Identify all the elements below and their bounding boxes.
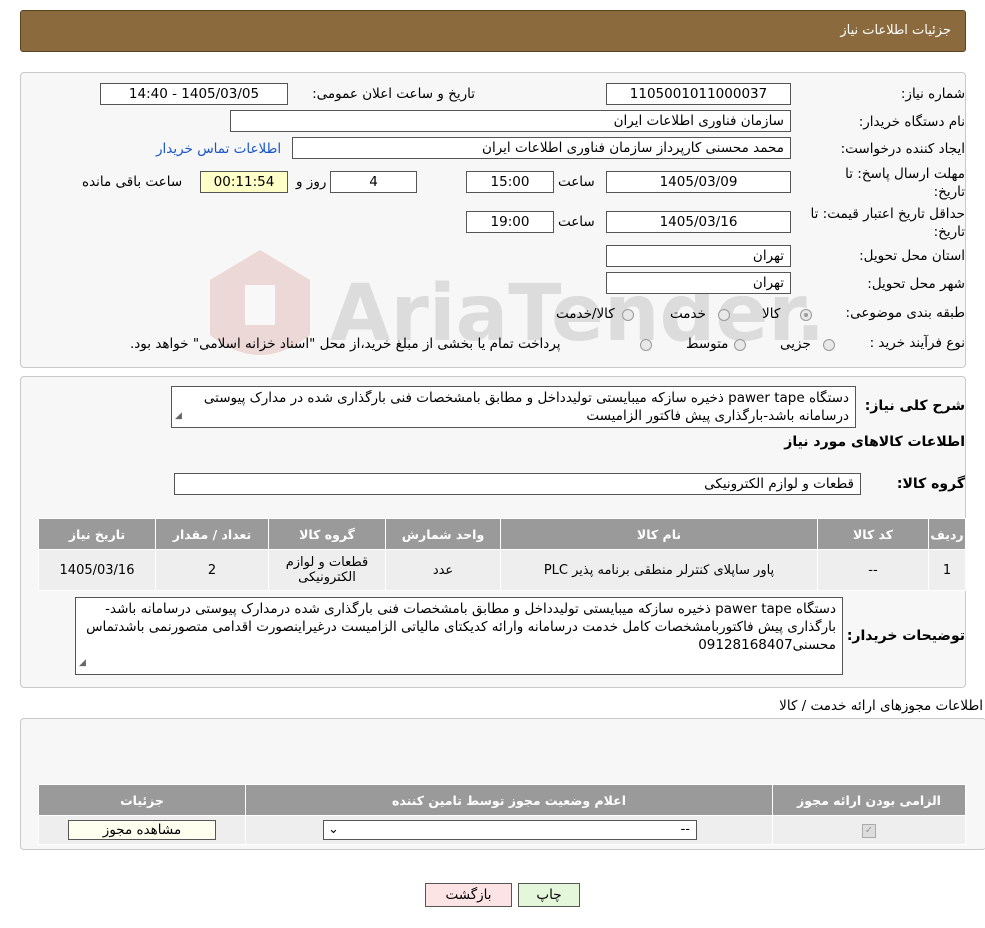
col-permit-details: جزئیات	[38, 784, 246, 816]
validity-time-label: ساعت	[558, 214, 595, 230]
cell-row: 1	[928, 549, 966, 591]
goods-group-field: قطعات و لوازم الکترونیکی	[174, 473, 861, 495]
permits-table-header: الزامی بودن ارائه مجوز اعلام وضعیت مجوز …	[38, 784, 966, 816]
purchase-radio-medium[interactable]	[734, 339, 746, 351]
deadline-time-label: ساعت	[558, 174, 595, 190]
need-number-field: 1105001011000037	[606, 83, 791, 105]
col-permit-required: الزامی بودن ارائه مجوز	[772, 784, 966, 816]
cell-unit: عدد	[385, 549, 501, 591]
category-radio-both[interactable]	[622, 309, 634, 321]
back-button[interactable]: بازگشت	[425, 883, 512, 907]
col-qty: تعداد / مقدار	[155, 518, 269, 550]
col-unit: واحد شمارش	[385, 518, 501, 550]
category-label: طبقه بندی موضوعی:	[845, 305, 965, 321]
col-date: تاریخ نیاز	[38, 518, 156, 550]
deadline-label: مهلت ارسال پاسخ: تا	[845, 166, 965, 182]
col-name: نام کالا	[500, 518, 818, 550]
creator-field: محمد محسنی کارپرداز سازمان فناوری اطلاعا…	[292, 137, 791, 159]
goods-group-label: گروه کالا:	[896, 476, 965, 492]
buyer-notes-textarea: دستگاه pawer tape ذخیره سازکه میبایستی ت…	[75, 597, 843, 675]
days-label: روز و	[296, 174, 327, 190]
col-code: کد کالا	[817, 518, 929, 550]
deadline-time-field: 15:00	[466, 171, 554, 193]
cell-qty: 2	[155, 549, 269, 591]
goods-table: ردیف کد کالا نام کالا واحد شمارش گروه کا…	[38, 518, 966, 591]
province-label: استان محل تحویل:	[859, 248, 965, 264]
category-option-both: کالا/خدمت	[556, 306, 615, 322]
announce-label: تاریخ و ساعت اعلان عمومی:	[312, 86, 475, 102]
col-permit-status: اعلام وضعیت مجوز توسط تامین کننده	[245, 784, 773, 816]
resize-grip-icon: ◢	[175, 411, 182, 421]
purchase-option-minor: جزیی	[780, 336, 811, 352]
validity-label: حداقل تاریخ اعتبار قیمت: تا	[810, 206, 965, 222]
validity-label-2: تاریخ:	[933, 224, 965, 240]
city-label: شهر محل تحویل:	[867, 276, 965, 292]
purchase-option-medium: متوسط	[686, 336, 729, 352]
goods-table-header: ردیف کد کالا نام کالا واحد شمارش گروه کا…	[38, 518, 966, 550]
purchase-note: پرداخت تمام یا بخشی از مبلغ خرید،از محل …	[130, 336, 561, 352]
buyer-label: نام دستگاه خریدار:	[858, 114, 965, 130]
province-field: تهران	[606, 245, 791, 267]
description-textarea: دستگاه pawer tape ذخیره سازکه میبایستی ت…	[171, 386, 856, 428]
cell-code: --	[817, 549, 929, 591]
need-number-label: شماره نیاز:	[900, 86, 965, 102]
view-permit-button[interactable]: مشاهده مجوز	[68, 820, 216, 840]
cell-permit-required: ✓	[772, 815, 966, 845]
permit-status-value: --	[680, 822, 690, 837]
purchase-type-label: نوع فرآیند خرید :	[869, 335, 965, 351]
col-row: ردیف	[928, 518, 966, 550]
creator-label: ایجاد کننده درخواست:	[840, 141, 965, 157]
category-radio-goods[interactable]	[800, 309, 812, 321]
description-label: شرح کلی نیاز:	[864, 398, 965, 414]
city-field: تهران	[606, 272, 791, 294]
cell-group: قطعات و لوازم الکترونیکی	[268, 549, 386, 591]
days-field: 4	[330, 171, 417, 193]
permit-required-checkbox[interactable]: ✓	[862, 824, 876, 838]
cell-permit-status: -- ⌄	[245, 815, 773, 845]
validity-time-field: 19:00	[466, 211, 554, 233]
page-header: جزئیات اطلاعات نیاز	[20, 10, 966, 52]
chevron-down-icon: ⌄	[328, 822, 339, 837]
cell-date: 1405/03/16	[38, 549, 156, 591]
page-title: جزئیات اطلاعات نیاز	[840, 23, 951, 38]
table-row: ✓ -- ⌄ مشاهده مجوز	[38, 815, 966, 845]
cell-permit-details: مشاهده مجوز	[38, 815, 246, 845]
announce-field: 1405/03/05 - 14:40	[100, 83, 288, 105]
category-option-goods: کالا	[762, 306, 781, 322]
remaining-time-field: 00:11:54	[200, 171, 288, 193]
category-option-service: خدمت	[670, 306, 706, 322]
deadline-label-2: تاریخ:	[933, 184, 965, 200]
resize-grip-icon: ◢	[79, 658, 86, 668]
permits-title: اطلاعات مجوزهای ارائه خدمت / کالا	[779, 698, 983, 714]
purchase-radio-minor[interactable]	[823, 339, 835, 351]
buyer-contact-link[interactable]: اطلاعات تماس خریدار	[156, 141, 281, 157]
permits-table: الزامی بودن ارائه مجوز اعلام وضعیت مجوز …	[38, 784, 966, 845]
category-radio-service[interactable]	[718, 309, 730, 321]
col-group: گروه کالا	[268, 518, 386, 550]
treasury-checkbox[interactable]	[640, 339, 652, 351]
table-row: 1 -- پاور ساپلای کنترلر منطقی برنامه پذی…	[38, 549, 966, 591]
remaining-label: ساعت باقی مانده	[82, 174, 183, 190]
print-button[interactable]: چاپ	[518, 883, 580, 907]
goods-section-title: اطلاعات کالاهای مورد نیاز	[784, 434, 965, 450]
cell-name: پاور ساپلای کنترلر منطقی برنامه پذیر PLC	[500, 549, 818, 591]
permit-status-select[interactable]: -- ⌄	[323, 820, 697, 840]
validity-date-field: 1405/03/16	[606, 211, 791, 233]
description-text: دستگاه pawer tape ذخیره سازکه میبایستی ت…	[203, 390, 849, 424]
deadline-date-field: 1405/03/09	[606, 171, 791, 193]
buyer-notes-label: توضیحات خریدار:	[846, 628, 965, 644]
buyer-notes-text: دستگاه pawer tape ذخیره سازکه میبایستی ت…	[86, 601, 836, 653]
buyer-field: سازمان فناوری اطلاعات ایران	[230, 110, 791, 132]
